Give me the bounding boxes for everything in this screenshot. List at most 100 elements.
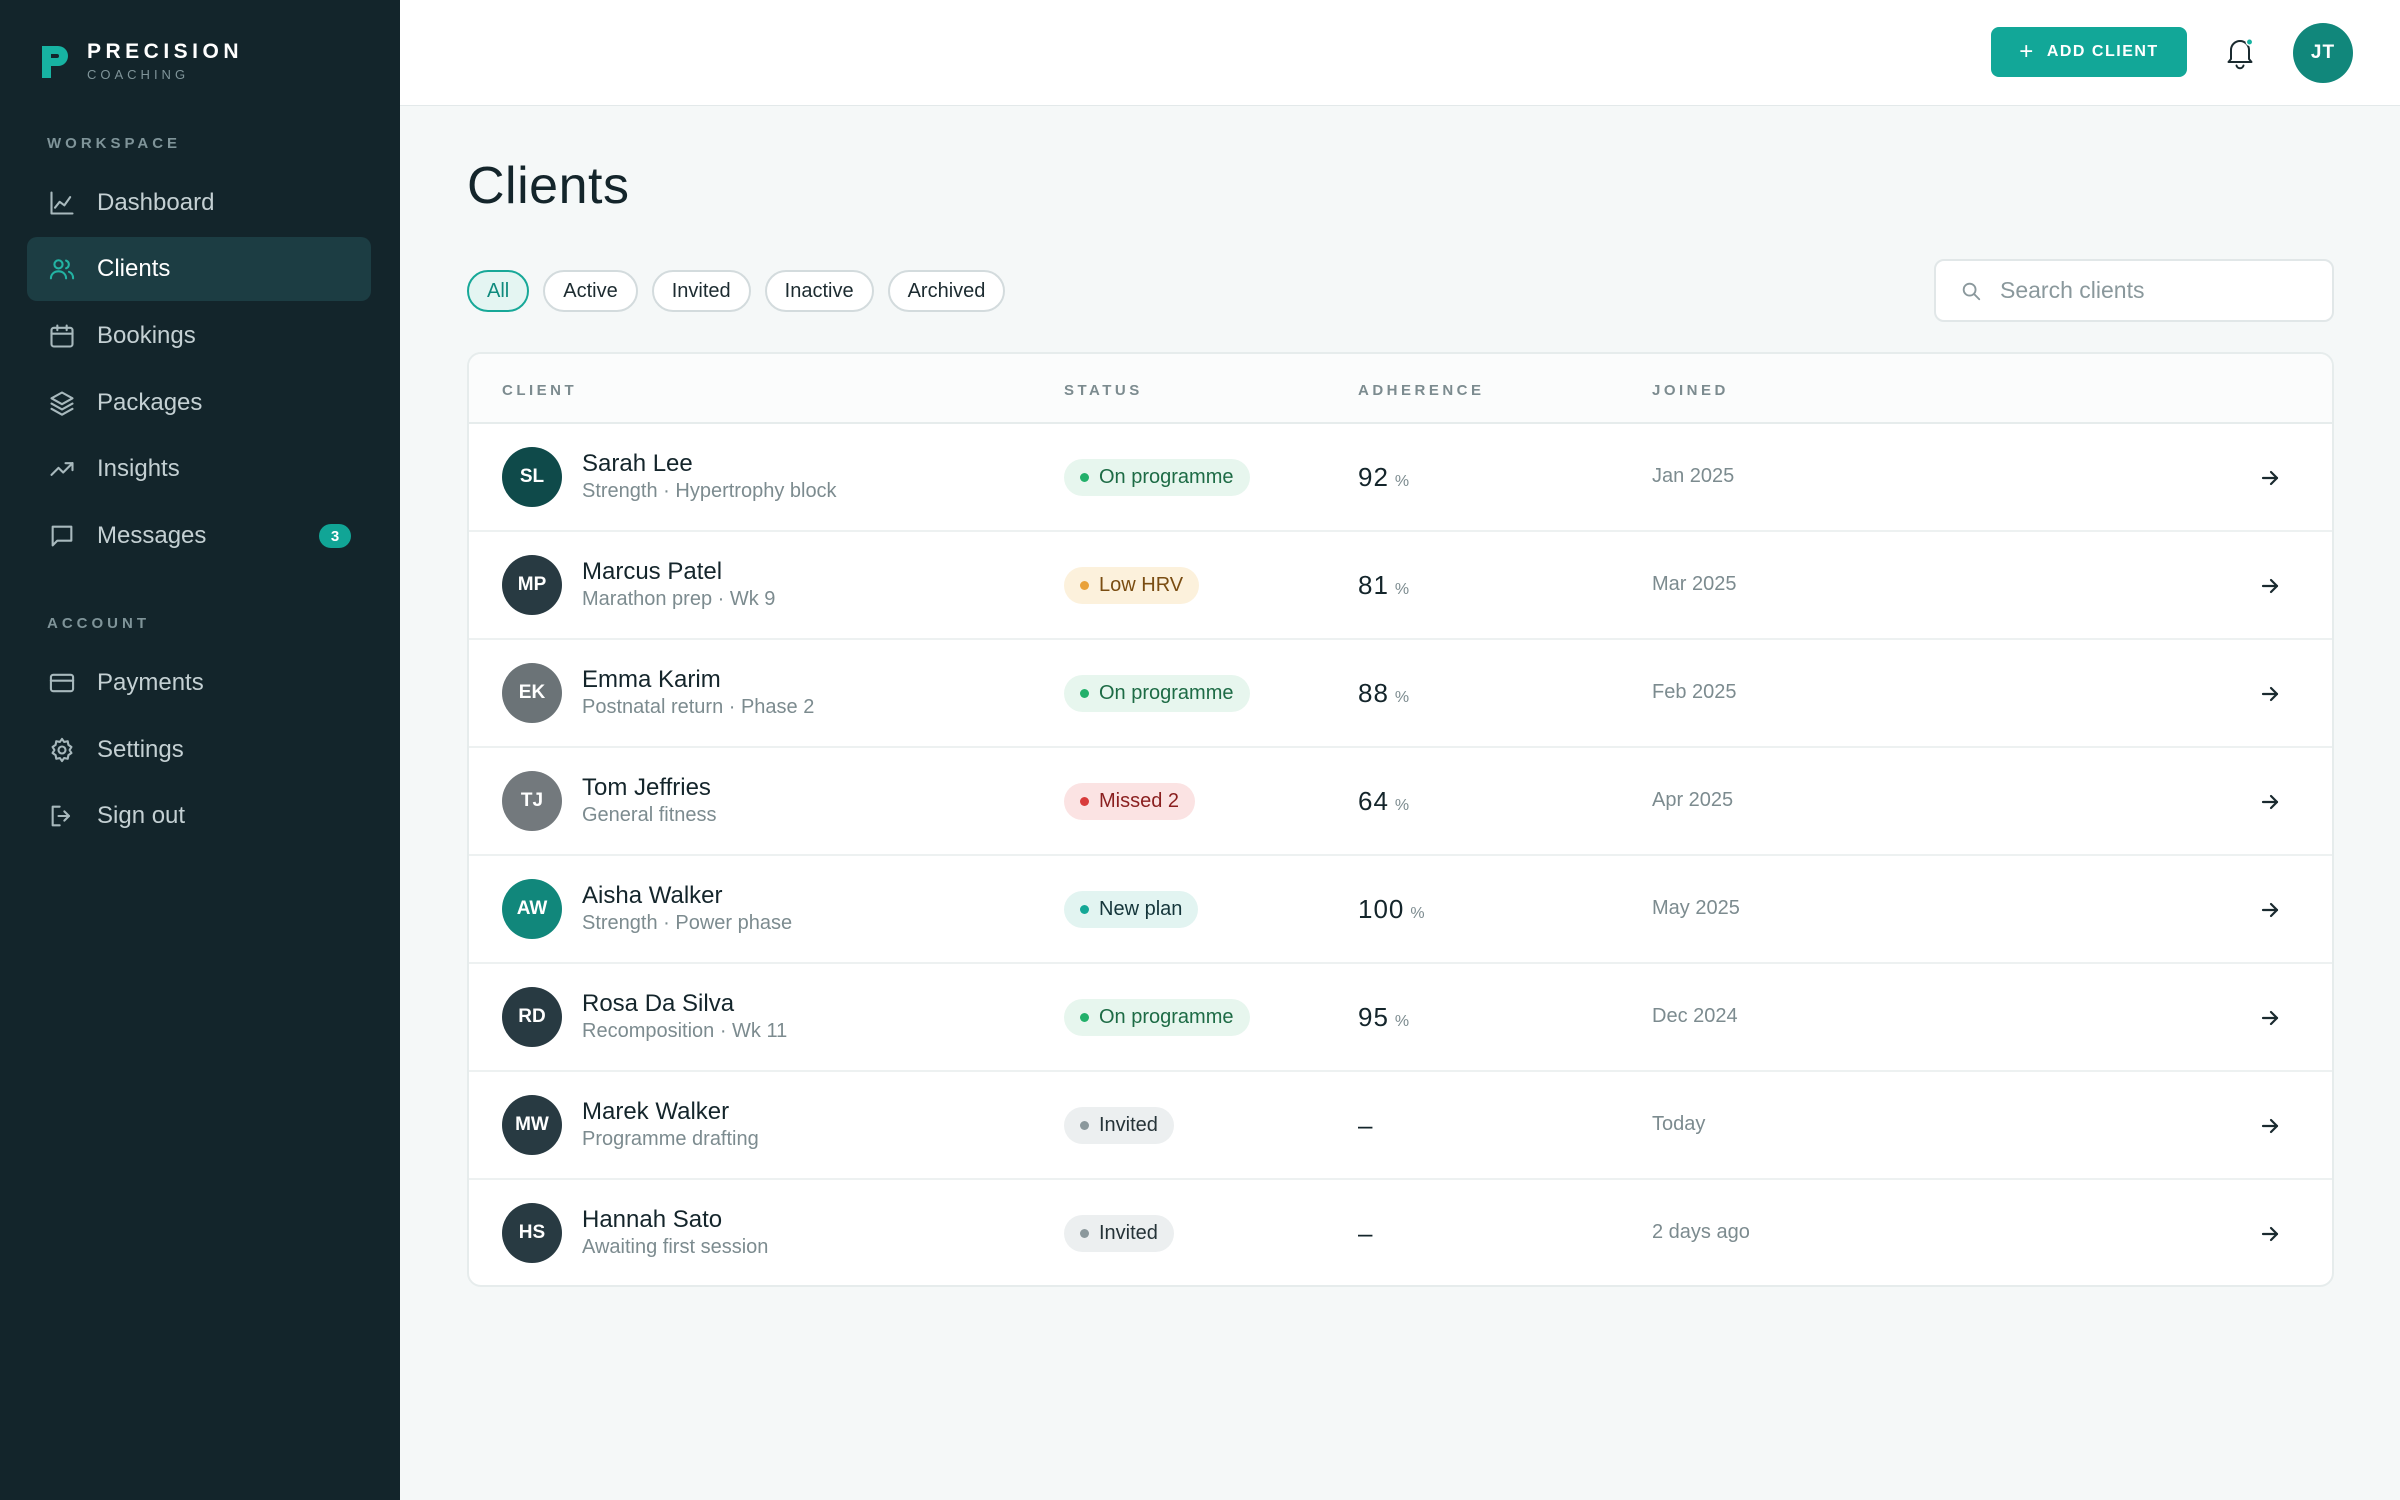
section-label-account: ACCOUNT [47,615,150,632]
filter-active[interactable]: Active [543,270,638,312]
sidebar-item-insights[interactable]: Insights [27,437,371,501]
sidebar-item-payments[interactable]: Payments [27,651,371,715]
filter-all[interactable]: All [467,270,530,312]
arrow-right-icon[interactable] [2258,1114,2282,1138]
brand-name: PRECISION [87,40,244,63]
sidebar-item-settings[interactable]: Settings [27,718,371,782]
status-dot-icon [1080,1013,1089,1022]
column-header-joined: JOINED [1652,382,1729,399]
arrow-right-icon[interactable] [2258,466,2282,490]
sidebar-item-dashboard[interactable]: Dashboard [27,171,371,235]
filter-invited[interactable]: Invited [651,270,751,312]
table-row[interactable]: RD Rosa Da Silva Recomposition · Wk 11 On p… [469,964,2332,1072]
adherence-unit: % [1394,1013,1410,1030]
status-label: Invited [1099,1222,1158,1244]
search-box[interactable] [1934,259,2334,322]
status-badge: Invited [1064,1107,1174,1144]
column-header-status: STATUS [1064,382,1143,399]
user-avatar[interactable]: JT [2293,23,2353,83]
joined-date: Today [1652,1113,1706,1135]
gear-icon [47,735,77,765]
arrow-right-icon[interactable] [2258,790,2282,814]
table-row[interactable]: HS Hannah Sato Awaiting first session Invit… [469,1180,2332,1285]
table-row[interactable]: MP Marcus Patel Marathon prep · Wk 9 Low HR… [469,532,2332,640]
sidebar-item-clients[interactable]: Clients [27,237,371,301]
sidebar-item-label: Payments [97,669,204,696]
client-avatar: RD [502,987,562,1047]
status-badge: On programme [1064,459,1250,496]
sidebar-item-label: Messages [97,522,207,549]
trending-up-icon [47,454,77,484]
adherence-number: 64 [1358,786,1389,816]
client-avatar: EK [502,663,562,723]
sidebar-item-bookings[interactable]: Bookings [27,304,371,368]
clients-table: CLIENT STATUS ADHERENCE JOINED SL Sarah L… [467,352,2334,1287]
brand-logo[interactable]: PRECISION COACHING [38,40,243,84]
filter-archived[interactable]: Archived [887,270,1006,312]
adherence-number: 100 [1358,894,1405,924]
status-label: On programme [1099,682,1234,704]
column-header-adherence: ADHERENCE [1358,382,1485,399]
table-row[interactable]: AW Aisha Walker Strength · Power phase New … [469,856,2332,964]
sidebar-item-label: Sign out [97,802,186,829]
status-label: Low HRV [1099,574,1184,596]
table-row[interactable]: MW Marek Walker Programme drafting Invited –… [469,1072,2332,1180]
status-badge: Invited [1064,1215,1174,1252]
add-client-button[interactable]: + ADD CLIENT [1991,27,2187,77]
status-badge: On programme [1064,999,1250,1036]
client-name: Marek Walker [582,1098,730,1125]
section-label-workspace: WORKSPACE [47,135,182,152]
adherence-unit: % [1394,581,1410,598]
search-icon [1962,282,1981,300]
client-programme: Recomposition · Wk 11 [582,1020,788,1042]
sidebar-item-messages[interactable]: Messages 3 [27,504,371,568]
status-label: On programme [1099,1006,1234,1028]
notification-bell-icon[interactable] [2223,35,2257,71]
client-name: Hannah Sato [582,1206,723,1233]
page-title: Clients [467,157,630,215]
sidebar-item-label: Dashboard [97,189,215,216]
arrow-right-icon[interactable] [2258,1006,2282,1030]
status-dot-icon [1080,473,1089,482]
table-row[interactable]: TJ Tom Jeffries General fitness Missed 2 64%… [469,748,2332,856]
status-label: Invited [1099,1114,1158,1136]
layers-icon [47,388,77,418]
client-name: Tom Jeffries [582,774,711,801]
client-programme: Strength · Power phase [582,912,793,934]
sidebar-item-packages[interactable]: Packages [27,371,371,435]
sidebar-item-sign-out[interactable]: Sign out [27,784,371,848]
client-avatar: SL [502,447,562,507]
sidebar-item-label: Bookings [97,322,196,349]
client-name: Rosa Da Silva [582,990,735,1017]
adherence-number: 81 [1358,570,1389,600]
client-avatar: TJ [502,771,562,831]
arrow-right-icon[interactable] [2258,574,2282,598]
status-label: New plan [1099,898,1183,920]
filter-inactive[interactable]: Inactive [764,270,874,312]
arrow-right-icon[interactable] [2258,1222,2282,1246]
status-dot-icon [1080,581,1089,590]
adherence-number: 88 [1358,678,1389,708]
arrow-right-icon[interactable] [2258,682,2282,706]
arrow-right-icon[interactable] [2258,898,2282,922]
add-client-label: ADD CLIENT [2046,43,2159,60]
logo-mark-icon [42,46,68,78]
client-programme: Awaiting first session [582,1236,769,1258]
client-programme: Strength · Hypertrophy block [582,480,837,502]
adherence-value: 88% [1358,678,1409,709]
joined-date: Apr 2025 [1652,789,1734,811]
status-dot-icon [1080,689,1089,698]
joined-date: Mar 2025 [1652,573,1737,595]
joined-date: Jan 2025 [1652,465,1735,487]
credit-card-icon [47,668,77,698]
adherence-value: 95% [1358,1002,1409,1033]
client-name: Aisha Walker [582,882,723,909]
status-label: On programme [1099,466,1234,488]
status-dot-icon [1080,1121,1089,1130]
table-row[interactable]: EK Emma Karim Postnatal return · Phase 2 On… [469,640,2332,748]
adherence-number: 92 [1358,462,1389,492]
brand-subtitle: COACHING [87,67,190,82]
search-input[interactable] [2000,277,2320,304]
table-row[interactable]: SL Sarah Lee Strength · Hypertrophy block O… [469,424,2332,532]
adherence-value: 81% [1358,570,1409,601]
